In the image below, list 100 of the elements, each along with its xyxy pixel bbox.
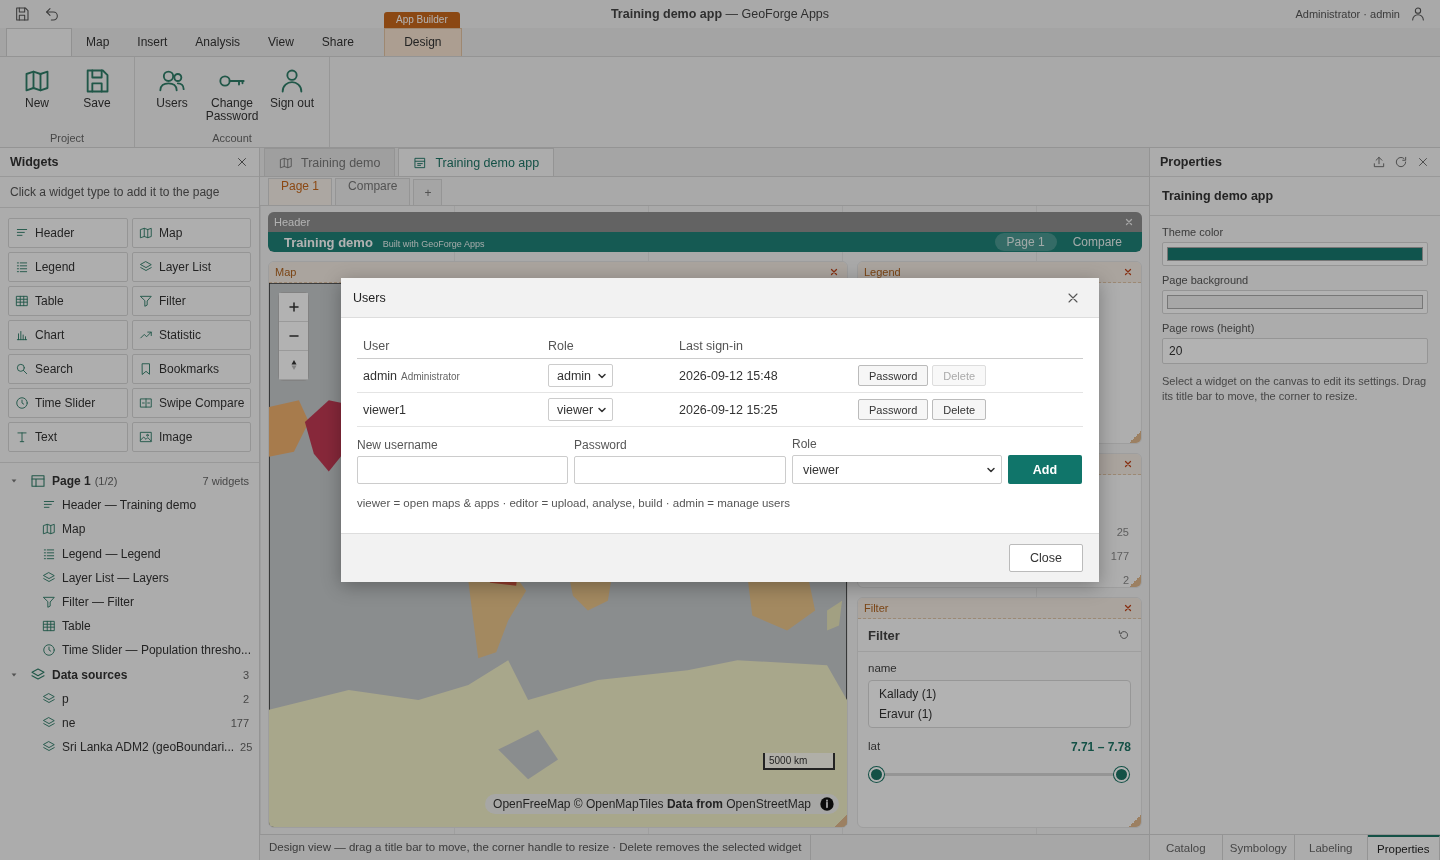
dialog-title: Users [353,290,386,305]
close-icon[interactable] [1123,267,1133,277]
password-button[interactable]: Password [858,399,929,420]
widget-type-button[interactable]: Statistic [132,320,251,350]
widget-type-button[interactable]: Map [132,218,251,248]
range-reading: 7.71 – 7.78 [1070,740,1131,754]
save-icon[interactable] [14,6,30,22]
list-option[interactable]: Kallady (1) [879,687,1120,701]
zoom-in-button[interactable] [279,293,308,322]
widget-type-button[interactable]: Header [8,218,128,248]
tree-item[interactable]: Table [62,619,249,634]
field-label: Theme color [1162,226,1225,238]
image-icon [139,430,153,444]
role-select[interactable]: viewer [792,455,1002,484]
widget-type-button[interactable]: Swipe Compare [132,388,251,418]
panel-tab[interactable]: Labeling [1295,835,1368,860]
panel-tab[interactable]: Properties [1367,835,1440,860]
text-icon [15,430,29,444]
close-icon[interactable] [1416,155,1430,169]
ribbon-button[interactable]: Save [68,63,126,132]
list-option[interactable]: Eravur (1) [879,707,1120,721]
slider-handle[interactable] [1114,767,1129,782]
list-icon [15,260,29,274]
layers-icon [139,260,153,274]
input-field[interactable]: 20 [1162,338,1428,364]
widget-type-button[interactable]: Image [132,422,251,452]
widget-type-button[interactable]: Bookmarks [132,354,251,384]
tree-item[interactable]: Filter — Filter [62,595,249,610]
password-button[interactable]: Password [858,365,929,386]
slider-handle[interactable] [869,767,884,782]
trend-icon [139,328,153,342]
reset-icon[interactable] [1117,628,1131,642]
app-header-title: Training demo [284,234,373,250]
widget-type-button[interactable]: Text [8,422,128,452]
ribbon-tab[interactable]: Insert [123,29,182,56]
color-field[interactable] [1162,242,1428,266]
tree-item[interactable]: Legend — Legend [62,546,249,561]
app-header-subtitle: Built with GeoForge Apps [382,238,485,249]
ribbon-tab[interactable]: Share [307,29,368,56]
close-icon[interactable] [1123,459,1133,469]
field-label: name [868,662,898,674]
ribbon-tab[interactable]: View [254,29,308,56]
panel-tab[interactable]: Symbology [1222,835,1295,860]
widget-type-button[interactable]: Chart [8,320,128,350]
widget-type-button[interactable]: Legend [8,252,128,282]
panel-subtitle: Training demo app [1150,177,1440,216]
ribbon-button[interactable]: New [8,63,66,132]
widget-type-button[interactable]: Time Slider [8,388,128,418]
widget-type-button[interactable]: Search [8,354,128,384]
field-label: lat [868,740,881,754]
ribbon-tab[interactable]: Analysis [181,29,255,56]
tree-item[interactable]: Layer List — Layers [62,570,249,585]
widget-type-button[interactable]: Table [8,286,128,316]
tree-item[interactable]: Page 1 (1/2) [52,474,197,489]
role-select[interactable]: admin [548,364,613,387]
widget-type-button[interactable]: Filter [132,286,251,316]
filter-icon [139,294,153,308]
layers-icon [42,715,56,730]
column-header: User [363,339,391,353]
tree-item[interactable]: Time Slider — Population thresho... [62,643,251,658]
table-icon [42,619,56,634]
expand-caret-icon[interactable] [10,670,18,679]
refresh-icon[interactable] [1394,155,1408,169]
panel-tab[interactable]: Catalog [1150,835,1223,860]
ribbon-tab[interactable]: Design [383,28,462,56]
user-icon[interactable] [1410,6,1426,22]
tree-item[interactable]: Header — Training demo [62,498,249,513]
close-button[interactable]: Close [1009,544,1083,572]
ribbon-button[interactable]: Users [143,63,201,132]
role-select[interactable]: viewer [548,398,613,421]
tree-item[interactable]: ne [62,715,225,730]
search-icon [15,362,29,376]
undo-icon[interactable] [44,6,60,22]
close-icon[interactable] [829,267,839,277]
close-icon[interactable] [235,155,249,169]
group-label: Project [49,132,85,146]
field-label: Password [574,438,628,452]
map-icon [42,522,56,537]
value-list[interactable]: Kallady (1) Eravur (1) [868,680,1131,728]
ribbon-tab[interactable]: Map [72,29,124,56]
tree-item[interactable]: p [62,691,237,706]
ribbon-button[interactable]: Sign out [263,63,321,132]
info-icon[interactable] [819,796,835,812]
tree-item[interactable]: Map [62,522,249,537]
item-count: 3 [242,668,249,681]
close-icon[interactable] [1123,603,1133,613]
help-text: Select a widget on the canvas to edit its settings. Drag its title bar to move, the corner to resize. [1162,374,1428,404]
add-button[interactable]: Add [1008,455,1082,484]
tree-item[interactable]: Sri Lanka ADM2 (geoBoundari... [62,740,235,755]
delete-button[interactable]: Delete [932,399,987,420]
layers-icon [42,691,56,706]
tree-item[interactable]: Data sources [52,667,237,682]
ribbon-button[interactable]: Change Password [203,63,261,132]
field-label: Page background [1162,274,1250,286]
document-tab[interactable]: Training demo app [398,148,555,176]
widget-type-button[interactable]: Layer List [132,252,251,282]
color-field[interactable] [1162,290,1428,314]
username-field[interactable] [357,456,568,484]
password-field[interactable] [574,456,786,484]
upload-icon[interactable] [1372,155,1386,169]
